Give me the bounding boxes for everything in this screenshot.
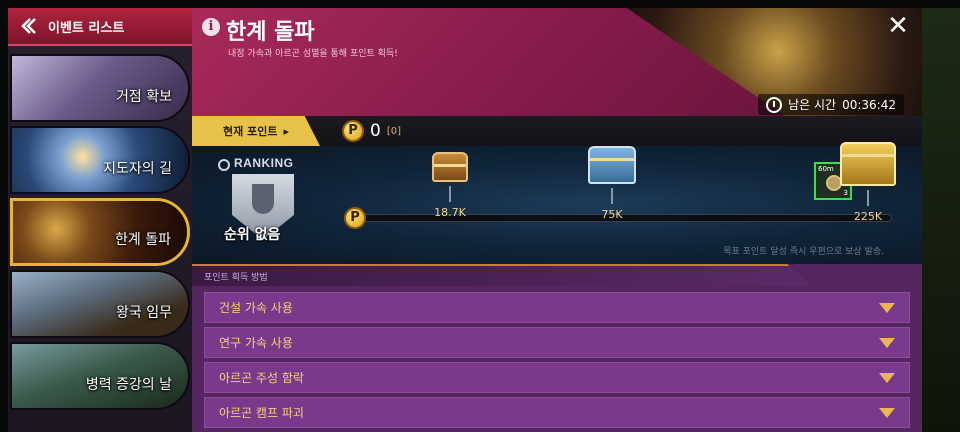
milestone-tick [611,188,613,204]
timer-value: 00:36:42 [842,97,896,112]
close-button[interactable]: ✕ [884,12,912,40]
sidebar-item-label: 한계 돌파 [115,232,171,248]
triangle-down-icon [879,407,895,418]
current-points-label: 현재 포인트 [223,125,278,138]
accordion-row-research-speedup[interactable]: 연구 가속 사용 [204,327,910,358]
milestone-value: 225K [853,210,883,223]
sidebar-item-kingdom-mission[interactable]: 왕국 임무 [10,270,190,338]
current-points-bar: 현재 포인트 ▸ P 0 [0] [192,116,922,146]
milestone-reward[interactable]: 75K [572,146,652,221]
clock-icon [766,96,783,113]
milestone-value: 18.7K [434,206,466,219]
double-chevron-left-icon [18,15,40,37]
current-points-tab[interactable]: 현재 포인트 ▸ [192,116,320,146]
accordion-row-argon-camp[interactable]: 아르곤 캠프 파괴 [204,397,910,428]
page-title: 한계 돌파 [226,20,315,45]
accordion-label: 아르곤 주성 함락 [219,371,304,385]
timer-label: 남은 시간 [788,98,837,112]
milestone-value: 75K [601,208,623,221]
event-list-label: 이벤트 리스트 [48,20,125,36]
trophy-icon [252,184,274,214]
accordion-row-argon-fortress[interactable]: 아르곤 주성 함락 [204,362,910,393]
point-coin-icon: P [342,120,364,142]
event-sidebar: 이벤트 리스트 거점 확보 지도자의 길 한계 돌파 왕국 임무 병력 증강의 … [8,8,192,432]
milestone-reward[interactable]: 225K [828,142,908,223]
game-background-strip [922,8,960,432]
triangle-down-icon [879,372,895,383]
ranking-badge[interactable]: RANKING 순위 없음 [212,154,302,254]
page-subtitle: 내정 가속과 아르곤 섬멸을 통해 포인트 획득! [228,49,398,59]
info-icon[interactable]: i [202,18,220,36]
ranking-label: RANKING [234,156,294,170]
triangle-down-icon [879,302,895,313]
points-value-group: P 0 [0] [342,120,401,142]
section-header-label: 포인트 획득 방법 [204,273,268,283]
event-main-panel: i 한계 돌파 내정 가속과 아르곤 섬멸을 통해 포인트 획득! ✕ 남은 시… [192,8,922,432]
remaining-time: 남은 시간 00:36:42 [758,94,904,115]
ranking-status: 순위 없음 [224,227,281,243]
sidebar-item-limit-break[interactable]: 한계 돌파 [10,198,190,266]
milestone-reward[interactable]: 18.7K [410,152,490,219]
point-coin-icon: P [344,207,366,229]
chest-icon [588,146,636,184]
event-list-back-button[interactable]: 이벤트 리스트 [8,8,192,46]
arrow-right-icon: ▸ [283,124,289,138]
points-value: 0 [370,121,381,141]
section-header: 포인트 획득 방법 [192,264,812,286]
event-header: i 한계 돌파 내정 가속과 아르곤 섬멸을 통해 포인트 획득! ✕ 남은 시… [192,8,922,116]
sidebar-item-troop-day[interactable]: 병력 증강의 날 [10,342,190,410]
accordion-label: 아르곤 캠프 파괴 [219,406,304,420]
sidebar-item-outpost[interactable]: 거점 확보 [10,54,190,122]
sidebar-item-label: 지도자의 길 [103,161,172,177]
sidebar-item-label: 거점 확보 [116,89,172,105]
chest-icon [840,142,896,186]
milestone-tick [449,186,451,202]
triangle-down-icon [879,337,895,348]
sidebar-item-leader-path[interactable]: 지도자의 길 [10,126,190,194]
chest-icon [432,152,468,182]
milestone-tick [867,190,869,206]
search-icon [218,159,230,171]
accordion-label: 건설 가속 사용 [219,301,293,315]
reward-track: RANKING 순위 없음 P 18.7K 75K 60m 3 225K 목표 … [192,142,922,264]
accordion-row-build-speedup[interactable]: 건설 가속 사용 [204,292,910,323]
points-acquisition-section: 포인트 획득 방법 건설 가속 사용 연구 가속 사용 아르곤 주성 함락 아르… [192,264,922,432]
points-sub-value: [0] [386,125,401,137]
reward-note: 목표 포인트 달성 즉시 우편으로 보상 발송. [723,247,884,257]
accordion-label: 연구 가속 사용 [219,336,293,350]
sidebar-item-label: 왕국 임무 [116,305,172,321]
sidebar-item-label: 병력 증강의 날 [85,377,172,393]
